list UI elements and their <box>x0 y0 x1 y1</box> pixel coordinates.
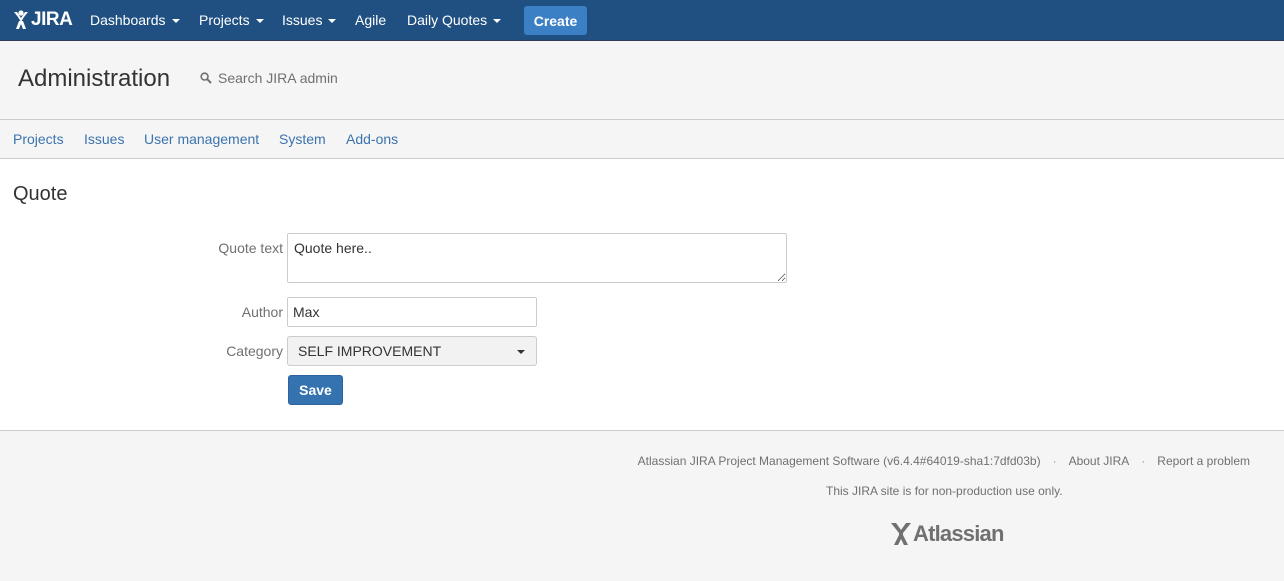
software-version-text: Atlassian JIRA Project Management Softwa… <box>637 454 1041 468</box>
footer: Atlassian JIRA Project Management Softwa… <box>0 432 1284 581</box>
nav-issues[interactable]: Issues <box>282 0 337 40</box>
tab-add-ons[interactable]: Add-ons <box>346 131 398 147</box>
category-label: Category <box>226 343 283 359</box>
atlassian-logo-text: Atlassian <box>913 521 1004 546</box>
jira-logo-icon <box>14 10 28 29</box>
quote-text-label: Quote text <box>218 240 283 256</box>
atlassian-logo[interactable]: Atlassian <box>890 521 1004 547</box>
separator: · <box>1141 454 1146 468</box>
search-icon <box>200 72 212 84</box>
main-content: Quote Quote text Quote here.. Author Cat… <box>0 159 1284 431</box>
admin-search[interactable]: Search JIRA admin <box>200 70 338 86</box>
jira-logo[interactable]: JIRA <box>13 8 73 32</box>
top-navigation-bar: JIRA Dashboards Projects Issues Agile Da… <box>0 0 1284 41</box>
author-label: Author <box>241 304 283 320</box>
separator: · <box>1052 454 1057 468</box>
author-field[interactable] <box>287 297 537 327</box>
admin-header: Administration Search JIRA admin <box>0 41 1284 120</box>
tab-projects[interactable]: Projects <box>13 131 64 147</box>
chevron-down-icon <box>328 18 337 23</box>
atlassian-logo-icon <box>891 523 911 545</box>
create-button[interactable]: Create <box>524 6 587 35</box>
tab-issues[interactable]: Issues <box>84 131 124 147</box>
nav-dashboards[interactable]: Dashboards <box>90 0 180 40</box>
about-jira-link[interactable]: About JIRA <box>1069 454 1130 468</box>
nav-daily-quotes[interactable]: Daily Quotes <box>407 0 502 40</box>
nav-daily-quotes-label: Daily Quotes <box>407 12 488 28</box>
chevron-down-icon <box>255 18 264 23</box>
page-title: Administration <box>18 65 171 92</box>
chevron-down-icon <box>171 18 180 23</box>
chevron-down-icon <box>493 18 502 23</box>
nav-agile-label: Agile <box>355 12 387 28</box>
nav-dashboards-label: Dashboards <box>90 12 166 28</box>
non-production-note: This JIRA site is for non-production use… <box>826 484 1063 498</box>
category-selected-value: SELF IMPROVEMENT <box>298 343 442 359</box>
admin-search-placeholder: Search JIRA admin <box>218 70 338 86</box>
quote-text-field[interactable]: Quote here.. <box>287 233 787 283</box>
tab-system[interactable]: System <box>279 131 326 147</box>
category-select[interactable]: SELF IMPROVEMENT <box>287 336 537 366</box>
nav-agile[interactable]: Agile <box>355 0 386 40</box>
footer-links: Atlassian JIRA Project Management Softwa… <box>638 454 1250 468</box>
jira-logo-text: JIRA <box>31 9 73 30</box>
section-heading: Quote <box>13 183 68 205</box>
nav-issues-label: Issues <box>282 12 323 28</box>
nav-projects[interactable]: Projects <box>199 0 264 40</box>
tab-user-management[interactable]: User management <box>144 131 259 147</box>
report-problem-link[interactable]: Report a problem <box>1157 454 1250 468</box>
admin-tabs: Projects Issues User management System A… <box>0 120 1284 159</box>
nav-projects-label: Projects <box>199 12 250 28</box>
chevron-down-icon <box>517 350 525 354</box>
save-button[interactable]: Save <box>288 375 343 405</box>
